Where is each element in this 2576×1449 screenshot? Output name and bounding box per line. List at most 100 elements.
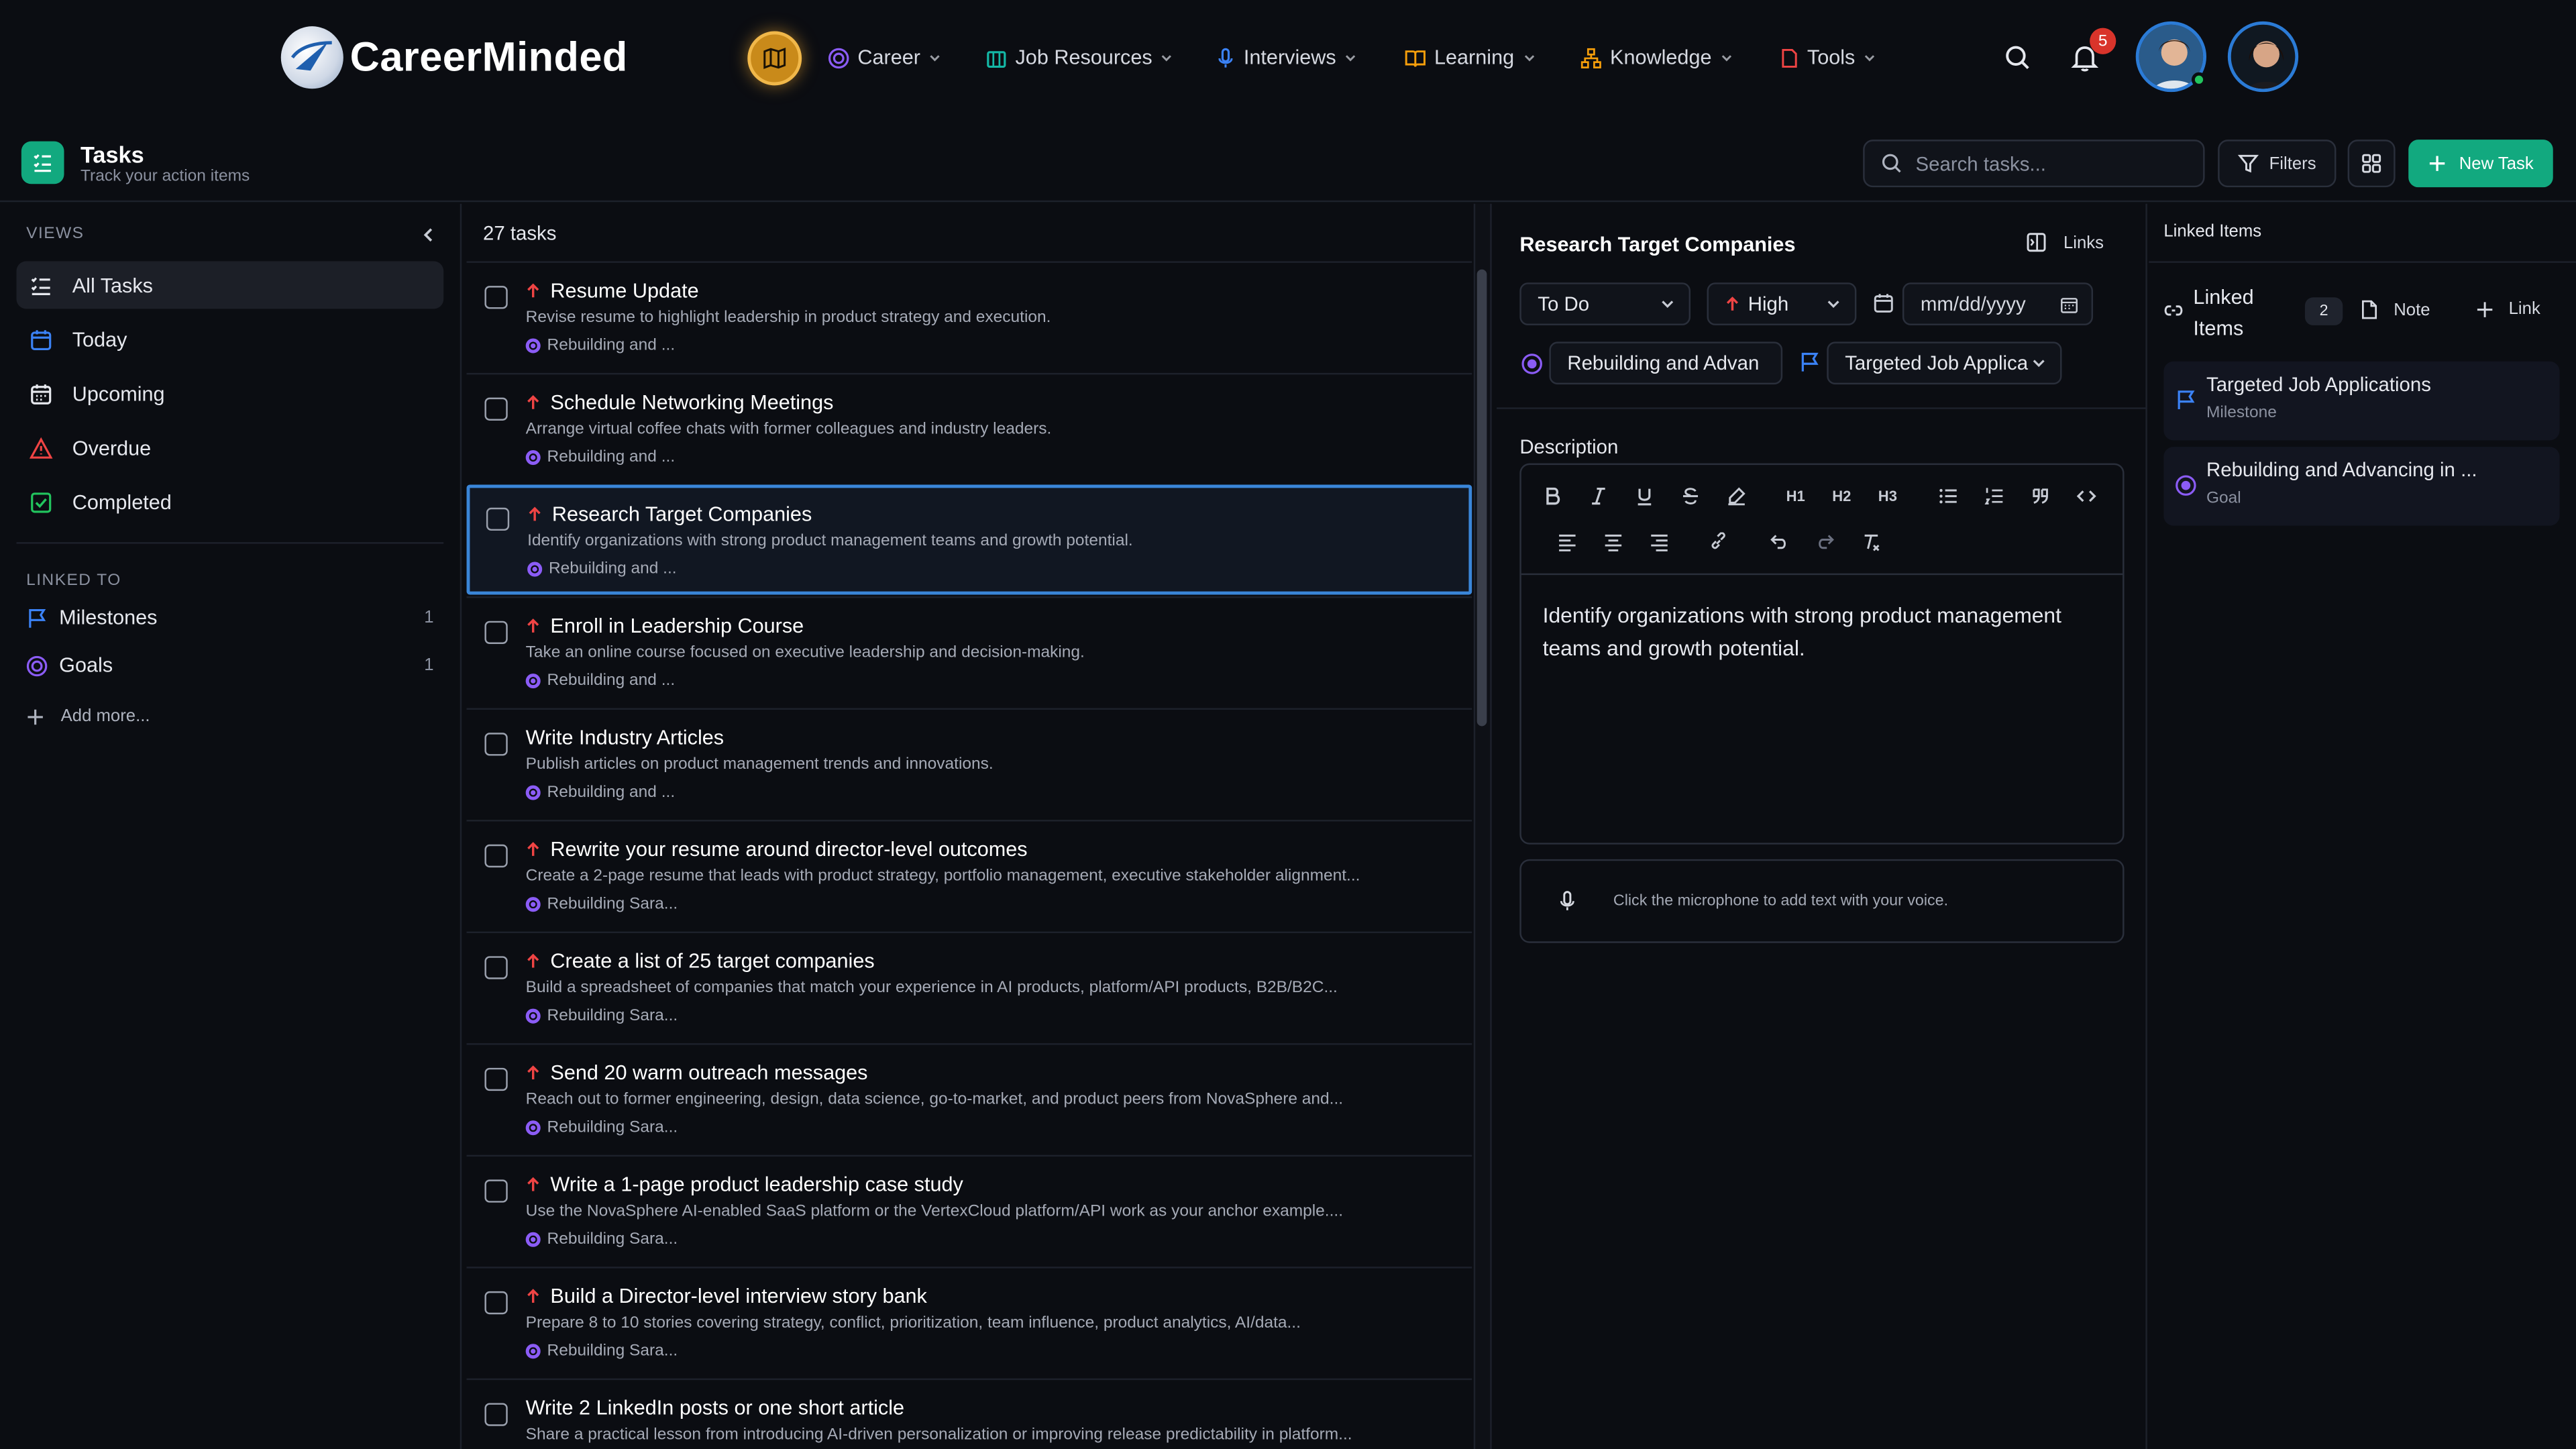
task-row[interactable]: Write a 1-page product leadership case s… <box>466 1155 1472 1267</box>
nav-interviews[interactable]: Interviews <box>1216 44 1357 70</box>
sidebar-item-all-tasks[interactable]: All Tasks <box>16 261 444 309</box>
task-list-scrollbar[interactable] <box>1477 269 1487 727</box>
task-checkbox[interactable] <box>484 621 508 645</box>
task-row[interactable]: Write 2 LinkedIn posts or one short arti… <box>466 1378 1472 1449</box>
task-checkbox[interactable] <box>484 286 508 309</box>
chevron-down-icon <box>1827 301 1839 308</box>
priority-select[interactable]: High <box>1707 282 1857 325</box>
task-checkbox[interactable] <box>484 1179 508 1203</box>
insert-link-button[interactable] <box>1704 527 1733 557</box>
blockquote-button[interactable] <box>2026 482 2055 511</box>
map-button[interactable] <box>747 31 802 86</box>
task-row[interactable]: Write Industry Articles Publish articles… <box>466 708 1472 820</box>
task-row[interactable]: Build a Director-level interview story b… <box>466 1267 1472 1379</box>
task-checkbox[interactable] <box>484 733 508 756</box>
task-row[interactable]: Schedule Networking Meetings Arrange vir… <box>466 372 1472 485</box>
nav-tools[interactable]: Tools <box>1779 44 1876 70</box>
linked-to-section-label: LINKED TO <box>26 572 121 590</box>
sidebar-item-completed[interactable]: Completed <box>16 478 443 526</box>
task-row[interactable]: Resume Update Revise resume to highlight… <box>466 261 1472 373</box>
task-description: Publish articles on product management t… <box>525 755 994 774</box>
collapse-sidebar-button[interactable] <box>417 223 440 246</box>
undo-button[interactable] <box>1764 527 1794 557</box>
goal-icon <box>525 785 541 800</box>
global-search-button[interactable] <box>2002 43 2032 72</box>
italic-button[interactable] <box>1584 482 1613 511</box>
goal-icon <box>525 1008 541 1024</box>
chevron-down-icon <box>1346 55 1356 62</box>
add-note-button[interactable]: Note <box>2359 299 2430 321</box>
numbered-list-button[interactable] <box>1980 482 2009 511</box>
task-checkbox[interactable] <box>484 844 508 868</box>
task-row[interactable]: Enroll in Leadership Course Take an onli… <box>466 596 1472 708</box>
microphone-button[interactable] <box>1558 890 1577 912</box>
description-editor[interactable]: H1 H2 H3 Identify organizations with str… <box>1519 463 2125 845</box>
chevron-down-icon <box>1865 55 1875 62</box>
task-search-input[interactable] <box>1915 152 2179 175</box>
redo-button[interactable] <box>1811 527 1840 557</box>
voice-input-area[interactable]: Click the microphone to add text with yo… <box>1519 859 2125 943</box>
task-checkbox[interactable] <box>484 1403 508 1426</box>
filters-button[interactable]: Filters <box>2218 140 2337 188</box>
code-button[interactable] <box>2072 482 2101 511</box>
align-center-button[interactable] <box>1599 527 1628 557</box>
new-task-button[interactable]: New Task <box>2408 140 2553 188</box>
due-date-input[interactable]: mm/dd/yyyy <box>1902 282 2094 325</box>
nav-job-resources[interactable]: Job Resources <box>985 44 1173 70</box>
clear-format-button[interactable] <box>1856 527 1886 557</box>
add-more-link[interactable]: Add more... <box>26 706 150 726</box>
hierarchy-icon <box>1580 47 1601 68</box>
task-row[interactable]: Rewrite your resume around director-leve… <box>466 820 1472 932</box>
task-checkbox[interactable] <box>484 1291 508 1315</box>
align-right-icon <box>1651 534 1668 551</box>
task-checkbox[interactable] <box>486 507 510 531</box>
task-row-selected[interactable]: Research Target Companies Identify organ… <box>466 484 1472 595</box>
nav-knowledge[interactable]: Knowledge <box>1580 44 1733 70</box>
strikethrough-button[interactable] <box>1676 482 1705 511</box>
heading-1-button[interactable]: H1 <box>1781 482 1811 511</box>
linked-item-card[interactable]: Targeted Job Applications Milestone <box>2163 361 2560 441</box>
heading-2-button[interactable]: H2 <box>1827 482 1856 511</box>
sidebar-item-today[interactable]: Today <box>16 315 443 363</box>
task-goal: Rebuilding and ... <box>525 672 675 690</box>
task-checkbox[interactable] <box>484 956 508 979</box>
grid-view-button[interactable] <box>2347 140 2396 188</box>
task-row[interactable]: Create a list of 25 target companies Bui… <box>466 931 1472 1044</box>
nav-learning[interactable]: Learning <box>1405 44 1536 70</box>
description-text[interactable]: Identify organizations with strong produ… <box>1543 600 2085 664</box>
sidebar-item-overdue[interactable]: Overdue <box>16 424 443 472</box>
task-search[interactable] <box>1863 140 2205 188</box>
task-checkbox[interactable] <box>484 397 508 421</box>
user-avatar-secondary[interactable] <box>2227 21 2299 93</box>
map-icon <box>763 48 786 69</box>
heading-3-button[interactable]: H3 <box>1873 482 1902 511</box>
task-goal-text: Rebuilding Sara... <box>547 1118 678 1137</box>
add-link-button[interactable]: Link <box>2476 299 2540 319</box>
status-select[interactable]: To Do <box>1519 282 1691 325</box>
underline-button[interactable] <box>1629 482 1659 511</box>
sidebar-item-upcoming[interactable]: Upcoming <box>16 370 443 417</box>
links-toggle-button[interactable]: Links <box>2026 231 2104 253</box>
task-title: Build a Director-level interview story b… <box>526 1285 927 1307</box>
bullet-list-button[interactable] <box>1933 482 1963 511</box>
goal-select[interactable]: Rebuilding and Advan <box>1549 341 1783 385</box>
bold-button[interactable] <box>1538 482 1567 511</box>
task-goal: Rebuilding and ... <box>525 337 675 355</box>
sidebar-item-goals[interactable]: Goals 1 <box>26 649 437 682</box>
sidebar-item-label: Completed <box>72 490 172 514</box>
sidebar-item-milestones[interactable]: Milestones 1 <box>26 601 437 634</box>
task-goal-text: Rebuilding and ... <box>547 448 676 467</box>
priority-high-icon <box>527 395 539 409</box>
filter-icon <box>2238 154 2259 173</box>
redo-icon <box>1819 535 1834 549</box>
nav-career[interactable]: Career <box>828 44 942 70</box>
task-row[interactable]: Send 20 warm outreach messages Reach out… <box>466 1043 1472 1155</box>
task-checkbox[interactable] <box>484 1067 508 1091</box>
brand-logo[interactable]: CareerMinded <box>280 26 628 89</box>
align-right-button[interactable] <box>1644 527 1674 557</box>
plus-icon <box>2477 301 2493 317</box>
align-left-button[interactable] <box>1552 527 1582 557</box>
highlight-button[interactable] <box>1722 482 1752 511</box>
milestone-select[interactable]: Targeted Job Applica <box>1827 341 2062 385</box>
linked-item-card[interactable]: Rebuilding and Advancing in ... Goal <box>2163 447 2560 526</box>
